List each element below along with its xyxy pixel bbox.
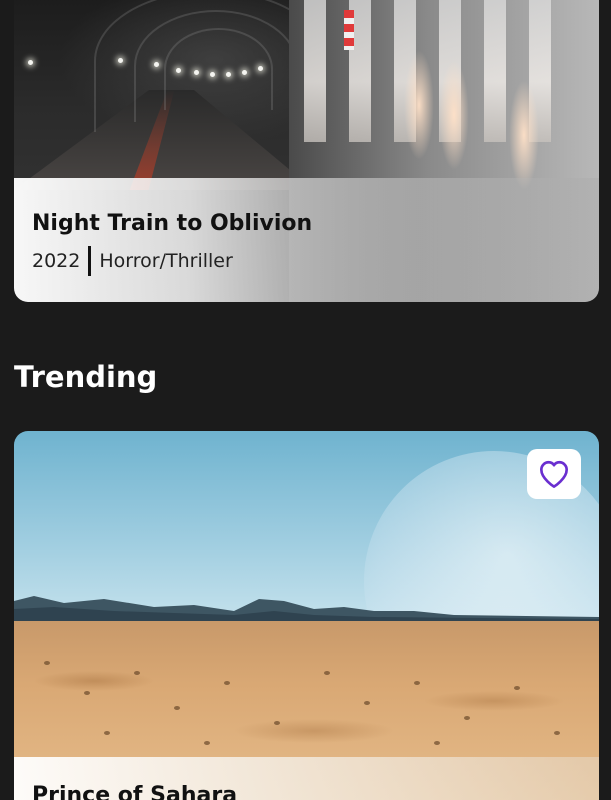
trending-movie-card[interactable]: Prince of Sahara xyxy=(14,431,599,800)
featured-movie-meta: 2022 Horror/Thriller xyxy=(32,246,233,276)
featured-movie-year: 2022 xyxy=(32,250,81,272)
meta-divider xyxy=(88,246,92,276)
trending-movie-title: Prince of Sahara xyxy=(32,783,238,800)
trending-movie-poster xyxy=(14,431,599,800)
heart-icon xyxy=(540,460,568,488)
favorite-button[interactable] xyxy=(527,449,581,499)
app-screen: Night Train to Oblivion 2022 Horror/Thri… xyxy=(0,0,611,800)
trending-section-title: Trending xyxy=(14,360,158,394)
featured-movie-card[interactable]: Night Train to Oblivion 2022 Horror/Thri… xyxy=(14,0,599,302)
featured-movie-genre: Horror/Thriller xyxy=(99,250,233,272)
featured-card-info-overlay xyxy=(14,178,599,302)
featured-movie-title: Night Train to Oblivion xyxy=(32,211,313,236)
